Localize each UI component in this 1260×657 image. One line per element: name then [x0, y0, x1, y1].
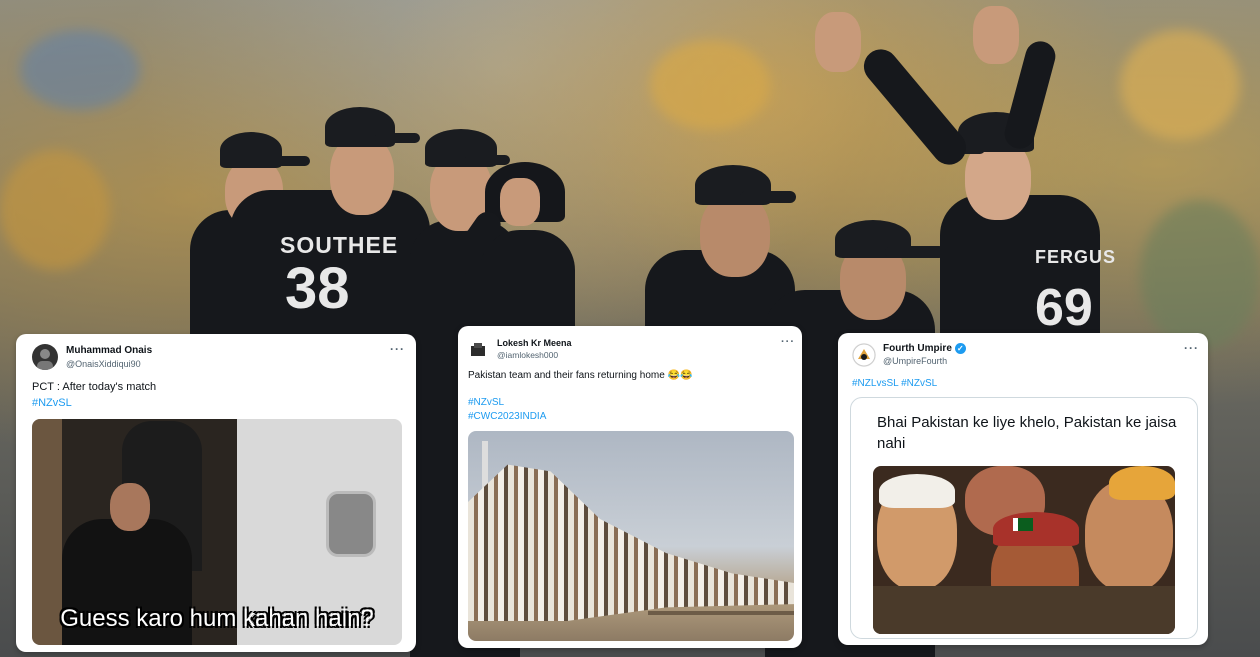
user-name[interactable]: Fourth Umpire ✓: [883, 343, 966, 354]
jersey-number: 69: [1035, 279, 1093, 337]
quoted-text: Bhai Pakistan ke liye khelo, Pakistan ke…: [877, 414, 1177, 452]
avatar[interactable]: [468, 340, 488, 360]
tweet-media[interactable]: Guess karo hum kahan hain?: [32, 419, 402, 645]
avatar[interactable]: [32, 344, 58, 370]
user-name[interactable]: Muhammad Onais: [66, 345, 152, 356]
hashtag[interactable]: #CWC2023INDIA: [468, 411, 546, 422]
verified-icon: ✓: [954, 343, 966, 354]
jersey-number: 38: [285, 256, 350, 321]
user-handle[interactable]: @iamlokesh000: [497, 350, 558, 360]
user-name-text[interactable]: Fourth Umpire: [883, 343, 952, 354]
player-arm: [856, 42, 974, 172]
tweet-text: PCT : After today's match: [32, 381, 157, 393]
tweet-card[interactable]: Muhammad Onais @OnaisXiddiqui90 ··· PCT …: [16, 334, 416, 652]
tweet-text: Pakistan team and their fans returning h…: [468, 370, 693, 381]
jersey-name: FERGUS: [1035, 247, 1117, 267]
more-icon[interactable]: ···: [781, 336, 795, 348]
cartoon-turban: [1109, 466, 1175, 500]
tweet-media[interactable]: [873, 466, 1175, 634]
media-caption: Guess karo hum kahan hain?: [60, 605, 374, 632]
rail-track: [648, 611, 794, 615]
user-handle[interactable]: @UmpireFourth: [883, 356, 947, 366]
hashtag[interactable]: #NZvSL: [32, 397, 72, 409]
player-hand: [500, 178, 540, 226]
quoted-tweet[interactable]: Bhai Pakistan ke liye khelo, Pakistan ke…: [850, 397, 1198, 639]
tweet-card[interactable]: Lokesh Kr Meena @iamlokesh000 ··· Pakist…: [458, 326, 802, 648]
more-icon[interactable]: ···: [390, 342, 405, 356]
flag-icon: [1013, 518, 1033, 531]
plane-window: [326, 491, 376, 557]
player-hand: [815, 12, 861, 72]
user-handle[interactable]: @OnaisXiddiqui90: [66, 359, 141, 369]
cartoon-turban: [879, 474, 955, 508]
avatar[interactable]: [852, 343, 876, 367]
hashtag[interactable]: #NZLvsSL #NZvSL: [852, 378, 937, 389]
cartoon-cap: [993, 512, 1079, 546]
person-head: [110, 483, 150, 531]
player-hand: [973, 6, 1019, 64]
cartoon-robe: [873, 586, 1175, 634]
tweet-media[interactable]: [468, 431, 794, 641]
user-name[interactable]: Lokesh Kr Meena: [497, 338, 572, 348]
tweet-card[interactable]: Fourth Umpire ✓ @UmpireFourth ··· #NZLvsS…: [838, 333, 1208, 645]
player-figure: SOUTHEE 38: [225, 105, 435, 350]
more-icon[interactable]: ···: [1184, 341, 1199, 355]
train-crowd: [468, 464, 794, 621]
hashtag[interactable]: #NZvSL: [468, 397, 504, 408]
